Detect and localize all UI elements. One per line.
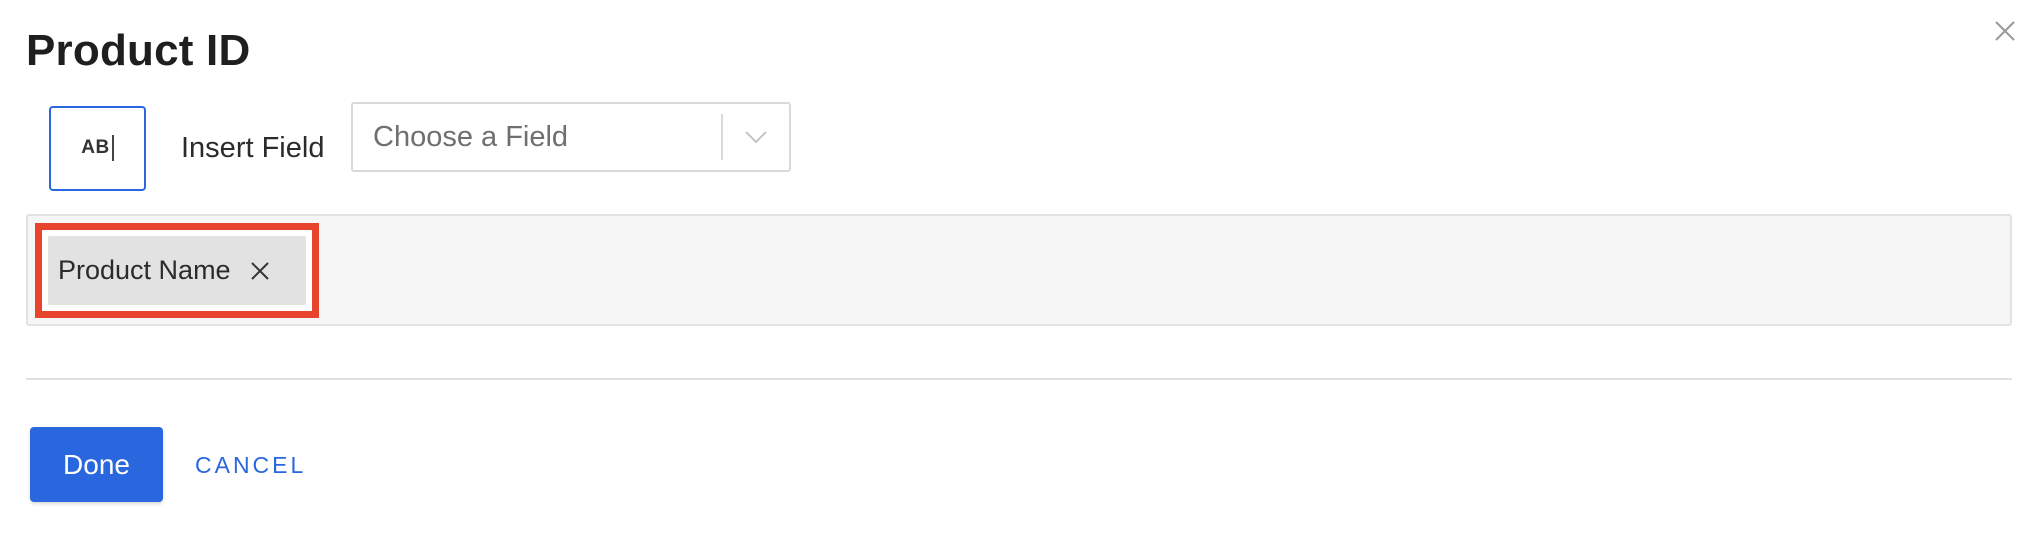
chevron-down-icon[interactable] (723, 104, 789, 170)
field-token-label: Product Name (58, 255, 231, 285)
token-highlight: Product Name (35, 223, 319, 318)
insert-field-label: Insert Field (181, 131, 325, 164)
field-token[interactable]: Product Name (48, 236, 306, 305)
field-select[interactable]: Choose a Field (351, 102, 791, 172)
remove-token-icon[interactable] (249, 260, 271, 282)
done-button[interactable]: Done (30, 427, 163, 502)
text-mode-label: AB (81, 137, 110, 158)
field-select-placeholder: Choose a Field (373, 120, 569, 153)
cancel-button[interactable]: CANCEL (195, 452, 306, 479)
formula-editor[interactable]: Product Name (26, 214, 2012, 326)
product-id-dialog: Product ID AB Insert Field Choose a Fiel… (0, 0, 2038, 536)
insert-toolbar: AB Insert Field (49, 105, 324, 191)
close-icon[interactable] (1990, 16, 2020, 46)
footer-divider (26, 378, 2012, 380)
text-cursor-icon (111, 135, 114, 161)
dialog-title: Product ID (26, 26, 251, 75)
text-mode-button[interactable]: AB (49, 105, 146, 191)
